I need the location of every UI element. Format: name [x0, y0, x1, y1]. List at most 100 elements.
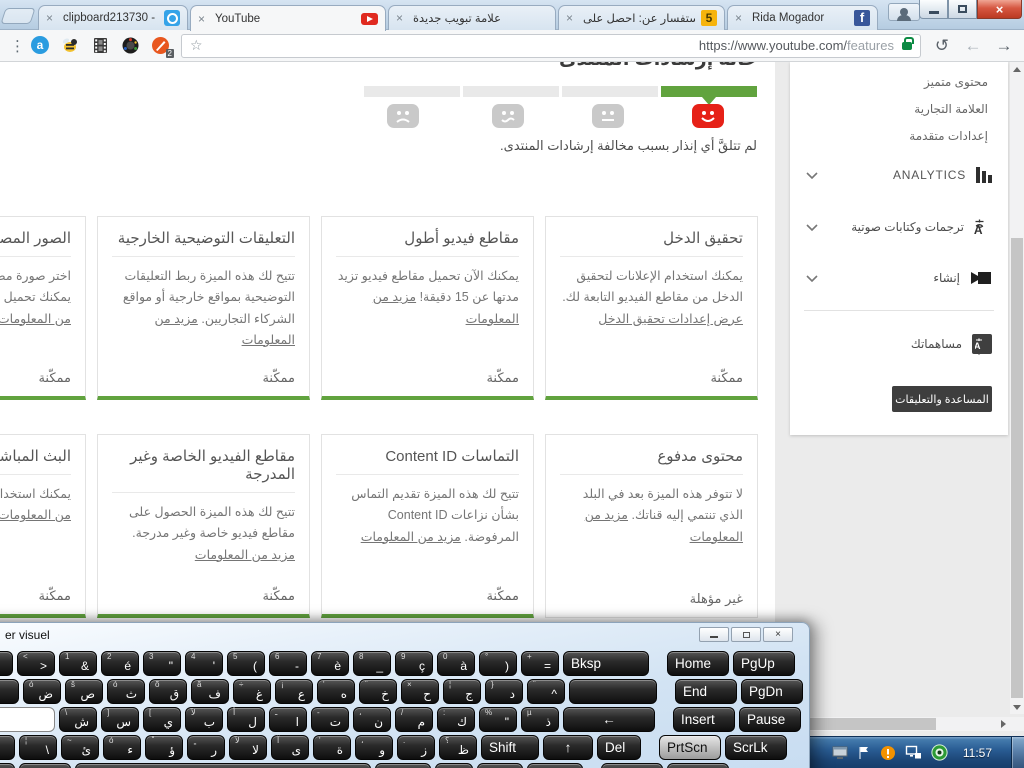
key-Del[interactable]: Del [597, 735, 641, 760]
horizontal-scrollbar-thumb[interactable] [808, 718, 936, 730]
key-م[interactable]: /م [395, 707, 433, 732]
key-PgUp[interactable]: PgUp [733, 651, 795, 676]
scroll-down-arrow-icon[interactable] [1013, 705, 1021, 710]
key-ScrLk[interactable]: ScrLk [725, 735, 787, 760]
key-=[interactable]: += [521, 651, 559, 676]
key-ى[interactable]: آى [271, 735, 309, 760]
tab-close-icon[interactable]: × [735, 11, 746, 25]
chevron-down-icon[interactable] [806, 275, 818, 282]
menu-icon[interactable]: ⋮ [10, 37, 20, 55]
sidebar-item-advanced-settings[interactable]: إعدادات متقدمة [790, 126, 1008, 153]
key-ظ[interactable]: ؟ظ [439, 735, 477, 760]
sidebar-section-analytics[interactable]: ANALYTICS [790, 155, 1008, 195]
key-ت[interactable]: -ت [311, 707, 349, 732]
key-PgDn[interactable]: PgDn [741, 679, 803, 704]
address-bar[interactable]: ☆ https://www.youtube.com/features [181, 34, 921, 58]
key-ع[interactable]: ¡ع [275, 679, 313, 704]
key-ن[interactable]: ،ن [353, 707, 391, 732]
film-extension-icon[interactable] [91, 36, 110, 55]
key-ق[interactable]: õق [149, 679, 187, 704]
tab-close-icon[interactable]: × [396, 11, 407, 25]
key-([interactable]: 5( [227, 651, 265, 676]
card-more-info-link[interactable]: عرض إعدادات تحقيق الدخل [598, 312, 743, 326]
key-blank[interactable] [0, 707, 55, 732]
key-Alt[interactable]: Alt [19, 763, 71, 768]
key-ة[interactable]: 'ة [313, 735, 351, 760]
tab-close-icon[interactable]: × [46, 11, 57, 25]
profile-button[interactable] [888, 3, 920, 21]
key-س[interactable]: ]س [101, 707, 139, 732]
key-ؤ[interactable]: ْؤ [145, 735, 183, 760]
key-Bksp[interactable]: Bksp [563, 651, 649, 676]
key-ي[interactable]: [ي [143, 707, 181, 732]
key-"[interactable]: %" [479, 707, 517, 732]
vertical-scrollbar-thumb[interactable] [1011, 238, 1023, 698]
key-blank[interactable] [75, 763, 371, 768]
key-ص[interactable]: šص [65, 679, 103, 704]
key-blank[interactable] [601, 763, 663, 768]
tab-close-icon[interactable]: × [198, 12, 209, 26]
key-ا[interactable]: ـا [269, 707, 307, 732]
scroll-right-arrow-icon[interactable] [1001, 720, 1006, 728]
chevron-down-icon[interactable] [806, 172, 818, 179]
key-AltGr[interactable]: AltGr [375, 763, 431, 768]
key-)[interactable]: °) [479, 651, 517, 676]
key-ك[interactable]: :ك [437, 707, 475, 732]
tab-2[interactable]: ×YouTube [190, 5, 386, 31]
key-ف[interactable]: ãف [191, 679, 229, 704]
key-ب[interactable]: لآب [185, 707, 223, 732]
key-Pause[interactable]: Pause [739, 707, 801, 732]
sidebar-section-translations[interactable]: A ترجمات وكتابات صوتية [790, 207, 1008, 247]
taskbar-clock[interactable]: 11:57 [963, 746, 992, 760]
key-↑[interactable]: ↑ [543, 735, 593, 760]
key--[interactable]: 6- [269, 651, 307, 676]
key-ء[interactable]: óء [103, 735, 141, 760]
key-Shift[interactable]: Shift [481, 735, 539, 760]
green-eye-tray-icon[interactable] [931, 744, 948, 761]
scroll-up-arrow-icon[interactable] [1013, 67, 1021, 72]
sidebar-section-create[interactable]: إنشاء [790, 258, 1008, 298]
tab-1[interactable]: ×clipboard213730 - [38, 5, 188, 30]
key-blank[interactable] [0, 763, 15, 768]
key-End[interactable]: End [675, 679, 737, 704]
close-button[interactable]: × [977, 0, 1022, 19]
key-blank[interactable] [0, 679, 19, 704]
key-ز[interactable]: .ز [397, 735, 435, 760]
key-و[interactable]: ،و [355, 735, 393, 760]
key-ç[interactable]: 9ç [395, 651, 433, 676]
key-blank[interactable] [0, 735, 15, 760]
key-ر[interactable]: ٍر [187, 735, 225, 760]
tab-5[interactable]: ×Rida Mogadorf [727, 5, 878, 30]
action-center-flag-icon[interactable] [857, 745, 871, 761]
key-Ctrl[interactable]: Ctrl [527, 763, 583, 768]
network-tray-icon[interactable] [905, 745, 922, 760]
onscreen-keyboard-window[interactable]: er visuel × <>1&2é3"4'5(6-7è8_9ç0à°)+=Bk… [0, 622, 810, 768]
key-ذ[interactable]: µذ [521, 707, 559, 732]
key-د[interactable]: }د [485, 679, 523, 704]
key-blank[interactable] [0, 651, 13, 676]
horizontal-scrollbar[interactable] [806, 717, 1010, 731]
key-&[interactable]: 1& [59, 651, 97, 676]
tab-close-icon[interactable]: × [566, 11, 577, 25]
keyboard-close-button[interactable]: × [763, 627, 793, 642]
key-blank[interactable] [569, 679, 657, 704]
chevron-down-icon[interactable] [806, 224, 818, 231]
key-è[interactable]: 7è [311, 651, 349, 676]
key-ل[interactable]: أل [227, 707, 265, 732]
lens-extension-icon[interactable] [121, 36, 140, 55]
help-feedback-button[interactable]: المساعدة والتعليقات [892, 386, 992, 412]
sidebar-item-featured-content[interactable]: محتوى متميز [790, 72, 1008, 99]
bookmark-star-icon[interactable]: ☆ [190, 37, 203, 54]
sidebar-item-branding[interactable]: العلامة التجارية [790, 99, 1008, 126]
key-غ[interactable]: ÷غ [233, 679, 271, 704]
key-Fn[interactable]: Fn [477, 763, 523, 768]
minimize-button[interactable] [919, 0, 948, 19]
key-Home[interactable]: Home [667, 651, 729, 676]
key-'[interactable]: 4' [185, 651, 223, 676]
bee-extension-icon[interactable] [61, 36, 80, 55]
key-خ[interactable]: ¨خ [359, 679, 397, 704]
key-ث[interactable]: óث [107, 679, 145, 704]
key-ح[interactable]: ×ح [401, 679, 439, 704]
extension-a-icon[interactable]: a [31, 36, 50, 55]
vertical-scrollbar[interactable] [1010, 62, 1024, 714]
